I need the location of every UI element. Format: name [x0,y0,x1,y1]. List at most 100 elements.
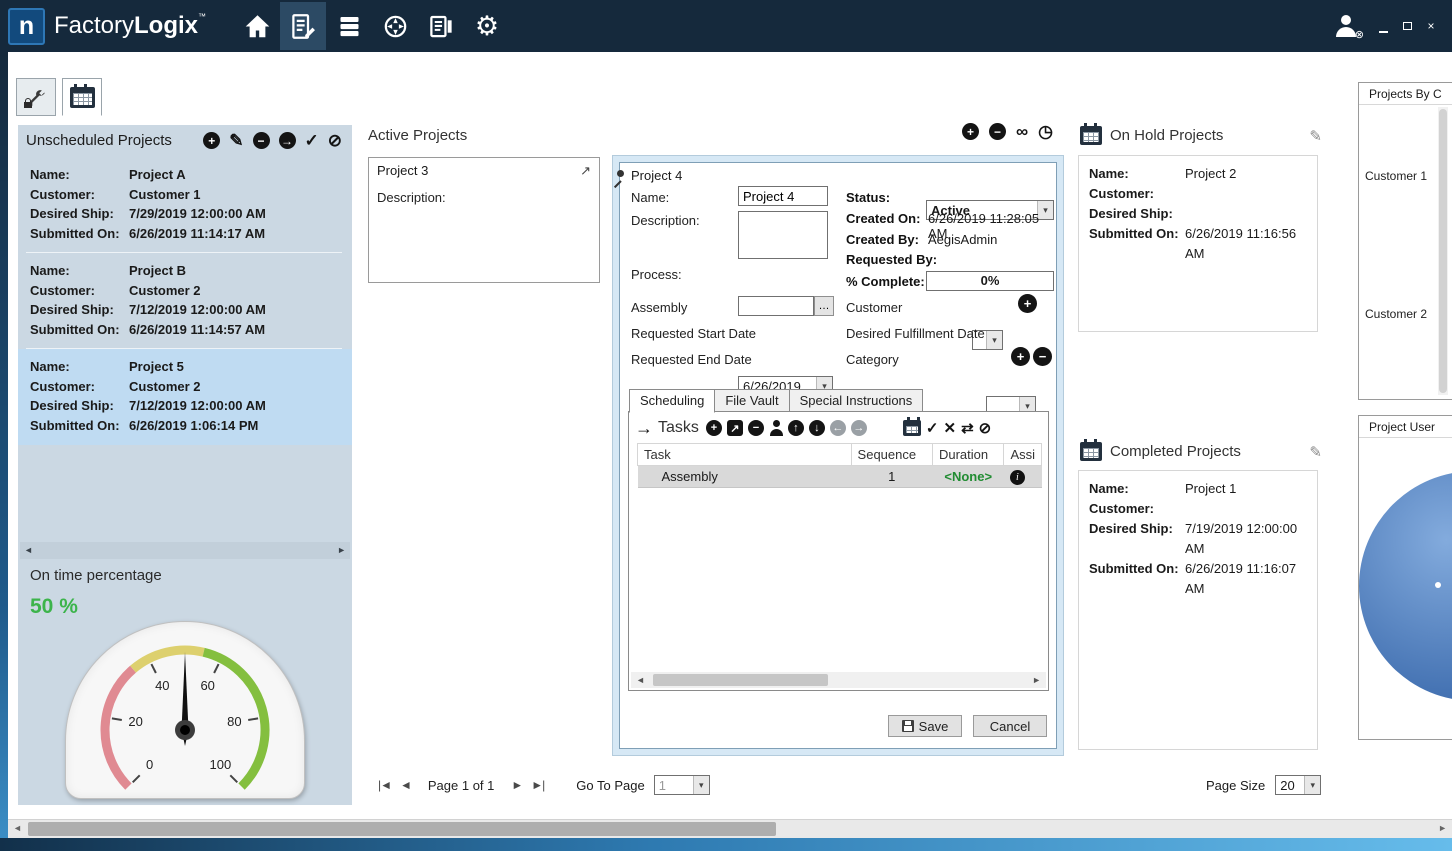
svg-text:100: 100 [210,757,232,772]
goto-page-combo[interactable]: 1 ▾ [654,775,710,795]
name-input[interactable] [738,186,828,206]
schedule-project-button[interactable]: → [279,132,296,149]
reorder-tasks-icon[interactable]: ⇄ [961,421,974,436]
description-textarea[interactable] [738,211,828,259]
cancel-button[interactable]: Cancel [973,715,1047,737]
chevron-down-icon: ▾ [986,331,1002,349]
prev-page-button[interactable]: ◄ [400,778,411,792]
unscheduled-horizontal-scrollbar[interactable]: ◄ ► [20,542,350,559]
customer-label: Customer: [1089,499,1185,519]
move-left-button[interactable]: ← [830,420,846,436]
pagination-bar: |◄ ◄ Page 1 of 1 ► ►| Go To Page 1 ▾ [378,775,710,795]
tab-special-instructions[interactable]: Special Instructions [790,389,924,413]
materials-nav-button[interactable] [326,2,372,50]
pct-complete-field[interactable]: 0% [926,271,1054,291]
task-duration-cell[interactable]: <None> [932,466,1003,488]
clock-icon[interactable]: ◷ [1038,123,1053,140]
reports-nav-button[interactable] [418,2,464,50]
svg-text:40: 40 [155,678,169,693]
move-down-button[interactable]: ↓ [809,420,825,436]
svg-text:80: 80 [227,714,241,729]
scroll-left-icon[interactable]: ◄ [24,546,33,555]
maximize-button[interactable] [1400,19,1414,33]
move-right-button[interactable]: → [851,420,867,436]
scroll-right-icon[interactable]: ► [1438,824,1447,833]
requested-end-label: Requested End Date [631,352,752,367]
info-icon[interactable]: i [1010,470,1025,485]
scroll-left-icon[interactable]: ◄ [13,824,22,833]
remove-task-button[interactable]: − [748,420,764,436]
add-customer-button[interactable]: + [1018,294,1037,313]
scroll-right-icon[interactable]: ► [1032,676,1041,685]
scrollbar-thumb[interactable] [1439,109,1447,393]
edit-project-button[interactable]: ✎ [229,132,243,149]
project-card-b[interactable]: Name:Project B Customer:Customer 2 Desir… [26,253,342,349]
scrollbar-thumb[interactable] [28,822,776,836]
edit-onhold-icon[interactable]: ✎ [1309,127,1322,145]
settings-nav-button[interactable]: ⚙ [464,2,510,50]
column-task[interactable]: Task [638,444,852,466]
binoculars-icon[interactable]: ∞ [1016,123,1028,140]
add-category-button[interactable]: + [1011,347,1030,366]
submitted-label: Submitted On: [30,416,129,436]
project-3-card[interactable]: Project 3 ↗ Description: [368,157,600,283]
project-3-title: Project 3 [377,163,580,178]
tab-file-vault[interactable]: File Vault [715,389,789,413]
scroll-right-icon[interactable]: ► [337,546,346,555]
task-row[interactable]: Assembly 1 <None> i [638,466,1042,488]
tracking-nav-button[interactable] [372,2,418,50]
by-customer-scrollbar[interactable] [1438,107,1448,395]
pct-complete-label: % Complete: [846,274,925,289]
tab-scheduling-detail[interactable]: Scheduling [629,389,715,413]
home-nav-button[interactable] [234,2,280,50]
close-button[interactable]: × [1424,19,1438,33]
schedule-task-icon[interactable] [903,420,921,436]
remove-active-project-button[interactable]: − [989,123,1006,140]
tab-scheduling[interactable] [62,78,102,116]
add-active-project-button[interactable]: + [962,123,979,140]
onhold-panel[interactable]: Name:Project 2 Customer: Desired Ship: S… [1078,155,1318,332]
user-logout-button[interactable]: ⊗ [1334,15,1358,37]
clear-tasks-icon[interactable]: ⊘ [979,421,992,436]
cancel-label: Cancel [990,719,1030,734]
open-task-button[interactable]: ↗ [727,420,743,436]
completed-panel[interactable]: Name:Project 1 Customer: Desired Ship:7/… [1078,470,1318,750]
confirm-tasks-icon[interactable]: ✓ [926,421,939,436]
remove-category-button[interactable]: − [1033,347,1052,366]
assign-user-icon[interactable] [769,420,783,436]
move-up-button[interactable]: ↑ [788,420,804,436]
project-card-5-selected[interactable]: Name:Project 5 Customer:Customer 2 Desir… [18,349,352,445]
remove-project-button[interactable]: − [253,132,270,149]
add-task-button[interactable]: + [706,420,722,436]
cancel-button[interactable]: ⊘ [328,132,342,149]
cancel-tasks-icon[interactable]: ✕ [943,421,956,436]
column-duration[interactable]: Duration [932,444,1003,466]
scheduling-nav-button[interactable] [280,2,326,50]
tab-configuration[interactable] [16,78,56,116]
column-sequence[interactable]: Sequence [851,444,932,466]
next-page-button[interactable]: ► [511,778,522,792]
last-page-button[interactable]: ►| [531,778,544,792]
svg-text:20: 20 [128,714,142,729]
assembly-browse-button[interactable]: … [814,296,834,316]
pin-icon[interactable] [612,169,626,183]
ship-label: Desired Ship: [30,300,129,320]
project-card-a[interactable]: Name:Project A Customer:Customer 1 Desir… [26,157,342,253]
tasks-horizontal-scrollbar[interactable]: ◄ ► [631,672,1046,688]
save-button[interactable]: Save [888,715,962,737]
minimize-button[interactable] [1376,19,1390,33]
edit-completed-icon[interactable]: ✎ [1309,443,1322,461]
add-project-button[interactable]: + [203,132,220,149]
column-assigned[interactable]: Assi [1004,444,1042,466]
assembly-input[interactable] [738,296,814,316]
accept-button[interactable]: ✓ [305,132,319,149]
completed-ship-value: 7/19/2019 12:00:00 AM [1185,519,1307,559]
tasks-title: Tasks [658,419,699,437]
first-page-button[interactable]: |◄ [378,778,391,792]
completed-title: Completed Projects [1110,443,1301,460]
expand-icon[interactable]: ↗ [580,164,591,177]
main-horizontal-scrollbar[interactable]: ◄ ► [8,819,1452,838]
scrollbar-thumb[interactable] [653,674,828,686]
page-size-combo[interactable]: 20 ▾ [1275,775,1321,795]
scroll-left-icon[interactable]: ◄ [636,676,645,685]
